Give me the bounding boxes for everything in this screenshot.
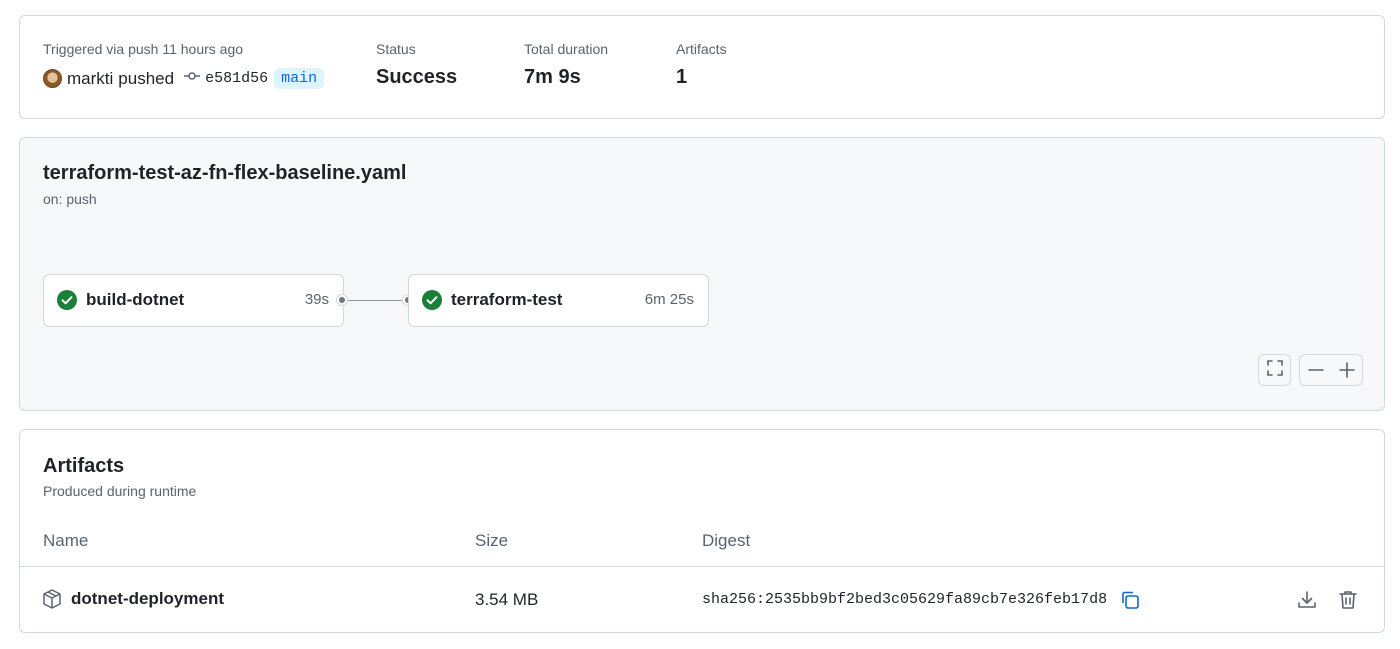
check-circle-icon xyxy=(57,290,77,315)
status-label: Status xyxy=(376,41,416,57)
column-header-name: Name xyxy=(43,531,89,550)
workflow-trigger: on: push xyxy=(43,191,97,207)
zoom-out-icon xyxy=(1307,369,1324,371)
zoom-in-icon xyxy=(1338,362,1355,378)
delete-button[interactable] xyxy=(1335,587,1361,613)
artifact-name-link[interactable]: dotnet-deployment xyxy=(71,589,224,609)
push-info: markti pushed e581d56 main xyxy=(43,68,325,89)
job-duration: 39s xyxy=(304,291,329,308)
job-build-dotnet[interactable]: build-dotnet 39s xyxy=(43,274,344,327)
package-icon xyxy=(43,589,61,614)
job-name: terraform-test xyxy=(451,290,563,309)
actor-link[interactable]: markti xyxy=(67,69,113,89)
artifact-digest: sha256:2535bb9bf2bed3c05629fa89cb7e326fe… xyxy=(702,591,1107,608)
fullscreen-button[interactable] xyxy=(1258,354,1291,386)
column-header-digest: Digest xyxy=(702,531,751,550)
trash-icon xyxy=(1339,591,1357,609)
job-connector xyxy=(348,300,404,301)
job-terraform-test[interactable]: terraform-test 6m 25s xyxy=(408,274,709,327)
copy-icon xyxy=(1122,591,1139,609)
status-value: Success xyxy=(376,66,458,88)
git-commit-icon xyxy=(184,68,201,89)
column-header-size: Size xyxy=(475,531,509,550)
download-icon xyxy=(1298,591,1316,608)
artifacts-count-link[interactable]: 1 xyxy=(676,66,687,89)
avatar[interactable] xyxy=(43,69,62,88)
download-button[interactable] xyxy=(1294,587,1320,613)
workflow-graph-card: terraform-test-az-fn-flex-baseline.yaml … xyxy=(19,137,1385,411)
connector-dot xyxy=(337,295,347,305)
run-summary-card: Triggered via push 11 hours ago markti p… xyxy=(19,15,1385,119)
artifacts-count-label: Artifacts xyxy=(676,41,727,57)
fullscreen-icon xyxy=(1266,359,1284,382)
table-row: dotnet-deployment 3.54 MB sha256:2535bb9… xyxy=(20,567,1384,633)
zoom-out-button[interactable] xyxy=(1301,362,1331,378)
trigger-text: Triggered via push 11 hours ago xyxy=(43,41,244,57)
workflow-file-name: terraform-test-az-fn-flex-baseline.yaml xyxy=(43,162,407,184)
zoom-in-button[interactable] xyxy=(1332,362,1362,378)
artifact-size: 3.54 MB xyxy=(475,590,539,609)
artifacts-title: Artifacts xyxy=(43,455,125,477)
action-text: pushed xyxy=(118,68,175,88)
job-name: build-dotnet xyxy=(86,290,185,309)
artifacts-subtitle: Produced during runtime xyxy=(43,483,197,499)
copy-digest-button[interactable] xyxy=(1117,587,1143,613)
artifacts-card: Artifacts Produced during runtime Name S… xyxy=(19,429,1385,633)
branch-badge[interactable]: main xyxy=(274,68,325,89)
zoom-controls xyxy=(1299,354,1363,386)
check-circle-icon xyxy=(422,290,442,315)
duration-value: 7m 9s xyxy=(524,66,581,88)
commit-sha-link[interactable]: e581d56 xyxy=(205,70,268,87)
duration-label: Total duration xyxy=(524,41,609,57)
job-duration: 6m 25s xyxy=(644,291,694,308)
